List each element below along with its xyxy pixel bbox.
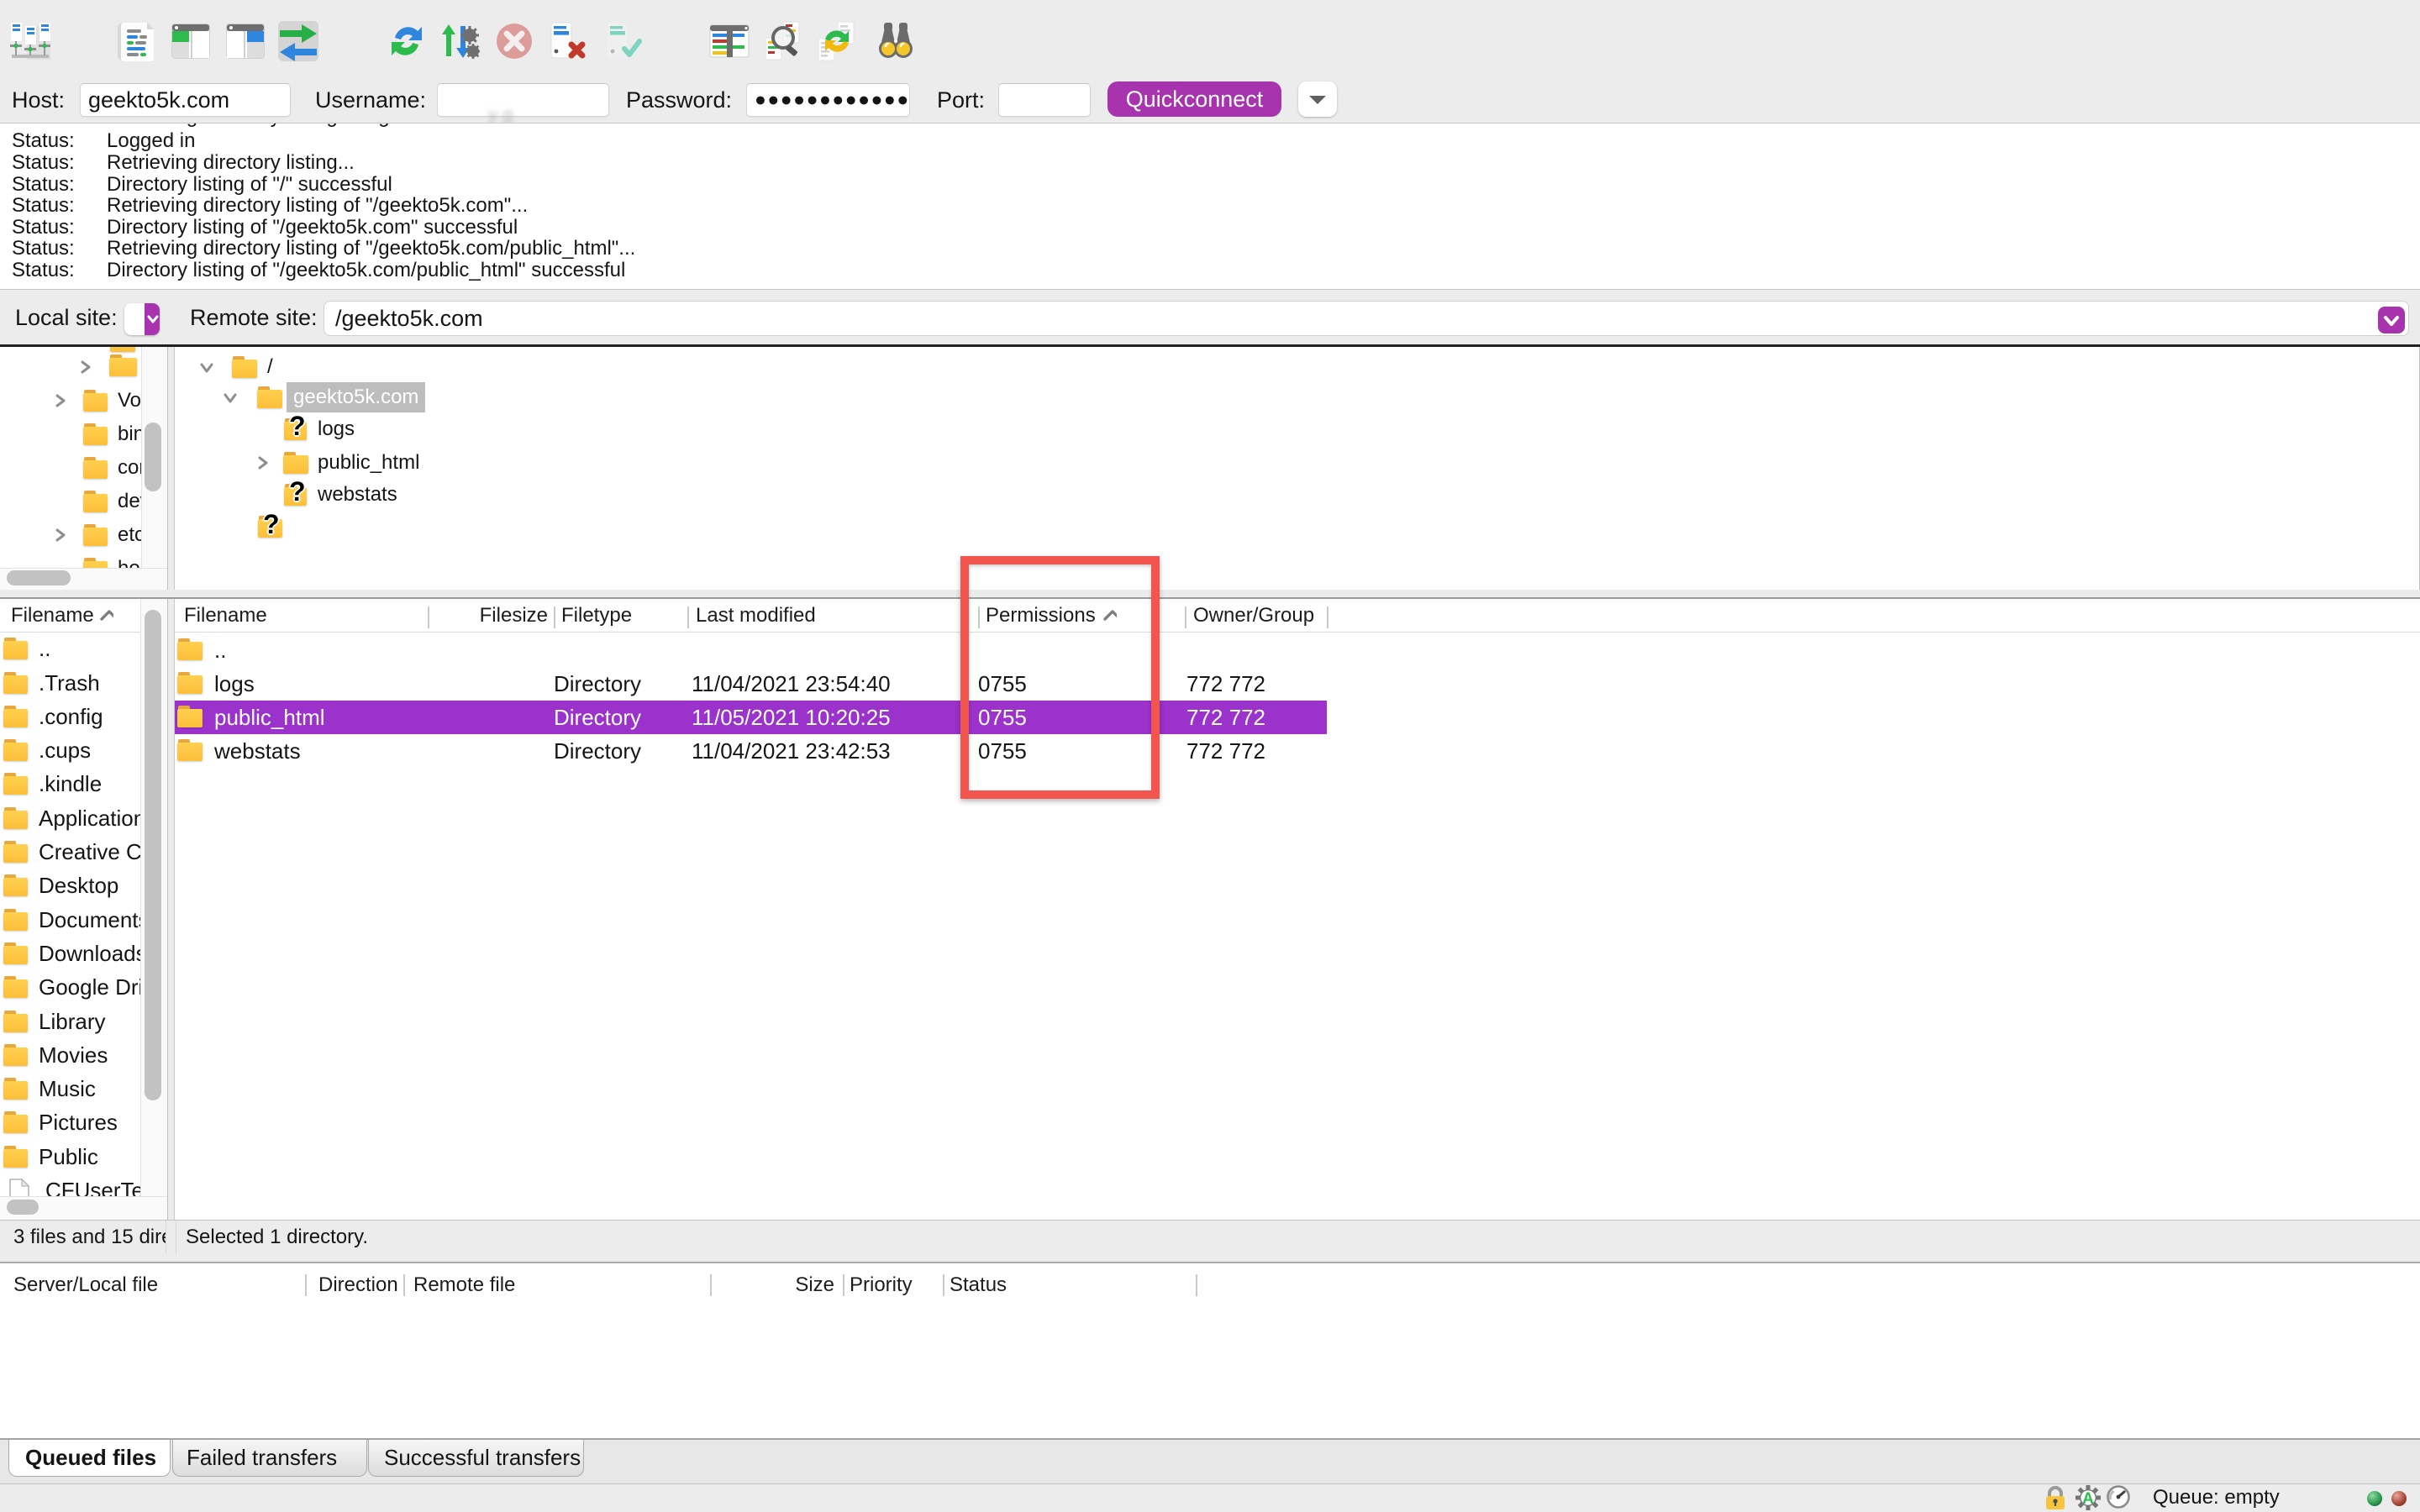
- svg-text:A: A: [2082, 1490, 2094, 1508]
